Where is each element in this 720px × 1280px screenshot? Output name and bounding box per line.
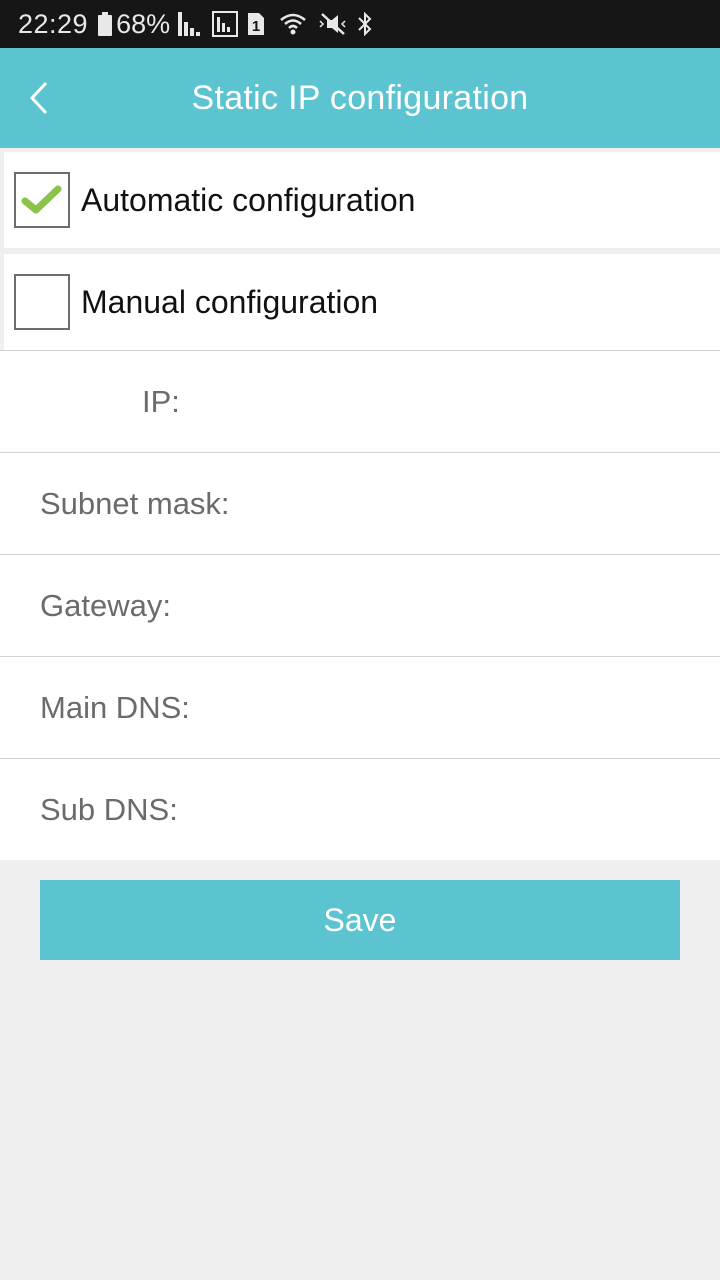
subnet-mask-input[interactable]: [256, 473, 700, 535]
subnet-mask-row: Subnet mask:: [0, 452, 720, 554]
main-dns-row: Main DNS:: [0, 656, 720, 758]
main-dns-label: Main DNS:: [40, 690, 190, 725]
manual-configuration-checkbox[interactable]: [14, 274, 70, 330]
page-title: Static IP configuration: [191, 79, 529, 117]
gateway-label: Gateway:: [40, 588, 171, 623]
manual-configuration-label: Manual configuration: [81, 284, 379, 320]
ip-input[interactable]: [190, 371, 700, 433]
battery-percentage: 68%: [116, 8, 171, 39]
checkmark-icon: [21, 185, 62, 214]
wifi-icon: [280, 0, 306, 48]
status-bar: 22:29 68% 1: [0, 0, 720, 48]
automatic-configuration-checkbox[interactable]: [14, 172, 70, 228]
manual-configuration-option[interactable]: Manual configuration: [4, 254, 720, 350]
gateway-input[interactable]: [190, 575, 700, 637]
gateway-row: Gateway:: [0, 554, 720, 656]
sub-dns-input[interactable]: [190, 779, 700, 841]
sub-dns-row: Sub DNS:: [0, 758, 720, 860]
battery-icon: [98, 0, 113, 48]
ip-settings-form: IP: Subnet mask: Gateway: Main DNS: Sub …: [0, 350, 720, 860]
signal-sim-icon: [212, 0, 239, 48]
status-time: 22:29: [18, 8, 89, 39]
automatic-configuration-label: Automatic configuration: [81, 182, 416, 218]
mute-icon: [318, 0, 348, 48]
sim-1-icon: 1: [246, 0, 266, 48]
signal-icon: [178, 0, 204, 48]
sub-dns-label: Sub DNS:: [40, 792, 178, 827]
save-button[interactable]: Save: [40, 880, 680, 960]
ip-label: IP:: [142, 384, 180, 419]
subnet-mask-label: Subnet mask:: [40, 486, 230, 521]
main-dns-input[interactable]: [210, 677, 700, 739]
bluetooth-icon: [358, 0, 372, 48]
sim-slot-number: 1: [252, 18, 260, 35]
ip-row: IP:: [0, 350, 720, 452]
automatic-configuration-option[interactable]: Automatic configuration: [4, 152, 720, 248]
app-bar: Static IP configuration: [0, 48, 720, 148]
